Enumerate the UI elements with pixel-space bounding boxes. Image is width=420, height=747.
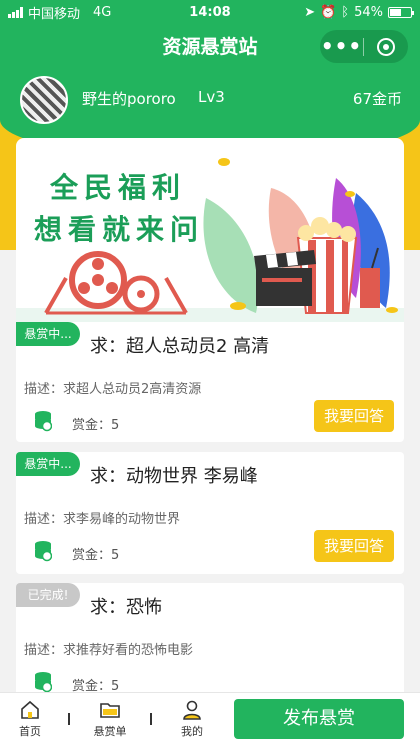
location-icon: ➤ — [304, 4, 316, 20]
status-badge: 悬赏中... — [16, 452, 80, 476]
tab-me-label: 我的 — [181, 725, 203, 738]
mini-program-capsule: ••• — [320, 30, 408, 63]
answer-button[interactable]: 我要回答 — [314, 530, 394, 562]
battery-label: 54% — [354, 4, 383, 20]
status-badge: 悬赏中... — [16, 322, 80, 346]
bounty-description: 描述：求推荐好看的恐怖电影 — [24, 643, 194, 658]
tab-home[interactable]: 首页 — [2, 699, 58, 739]
home-icon — [21, 700, 39, 719]
bounty-card[interactable]: 已完成! 求：恐怖 描述：求推荐好看的恐怖电影 赏金：5 — [16, 583, 404, 705]
tab-me[interactable]: 我的 — [164, 699, 220, 739]
film-reel-icon — [44, 251, 188, 315]
signal-icon — [8, 6, 23, 18]
app-header: 资源悬赏站 ••• — [0, 24, 420, 70]
status-bar: 中国移动 4G 14:08 ➤ ⏰ ᛒ 54% — [0, 0, 420, 24]
bluetooth-icon: ᛒ — [341, 4, 350, 20]
bounty-reward: 赏金：5 — [72, 418, 120, 433]
coin-stack-icon — [35, 541, 52, 562]
user-icon — [183, 700, 201, 720]
tab-orders-label: 悬赏单 — [93, 725, 127, 738]
coin-stack-icon — [35, 411, 52, 432]
battery-icon — [388, 6, 414, 18]
bounty-card[interactable]: 悬赏中... 求：动物世界 李易峰 描述：求李易峰的动物世界 赏金：5 我要回答 — [16, 452, 404, 574]
banner-headline: 全民福利 — [50, 171, 187, 204]
bounty-title: 求：动物世界 李易峰 — [90, 466, 258, 487]
tab-divider — [150, 713, 152, 725]
banner-subheadline: 想看就来问 — [34, 213, 205, 246]
more-dots-icon[interactable]: ••• — [320, 30, 363, 63]
tab-divider — [68, 713, 70, 725]
avatar[interactable] — [20, 76, 68, 124]
coin-balance: 67金币 — [352, 90, 402, 108]
promo-banner[interactable]: 全民福利 想看就来问 — [16, 138, 404, 322]
carrier-label: 中国移动 — [28, 6, 81, 22]
alarm-icon: ⏰ — [320, 4, 337, 20]
answer-button[interactable]: 我要回答 — [314, 400, 394, 432]
network-label: 4G — [93, 4, 112, 20]
bounty-reward: 赏金：5 — [72, 548, 120, 563]
bounty-title: 求：超人总动员2 高清 — [90, 336, 270, 357]
target-icon[interactable] — [364, 37, 407, 56]
bounty-description: 描述：求李易峰的动物世界 — [24, 512, 181, 527]
bottom-tab-bar: 首页 悬赏单 我的 发布悬赏 — [0, 692, 420, 747]
tab-home-label: 首页 — [19, 725, 41, 738]
status-badge: 已完成! — [16, 583, 80, 607]
user-level: Lv3 — [198, 88, 225, 106]
tab-orders[interactable]: 悬赏单 — [82, 699, 138, 739]
bounty-description: 描述：求超人总动员2高清资源 — [24, 382, 202, 397]
coin-stack-icon — [35, 672, 52, 693]
publish-bounty-button[interactable]: 发布悬赏 — [234, 699, 404, 739]
bounty-title: 求：恐怖 — [90, 597, 162, 618]
user-name: 野生的pororo — [82, 90, 176, 108]
bounty-card[interactable]: 悬赏中... 求：超人总动员2 高清 描述：求超人总动员2高清资源 赏金：5 我… — [16, 322, 404, 442]
folder-icon — [100, 703, 120, 718]
